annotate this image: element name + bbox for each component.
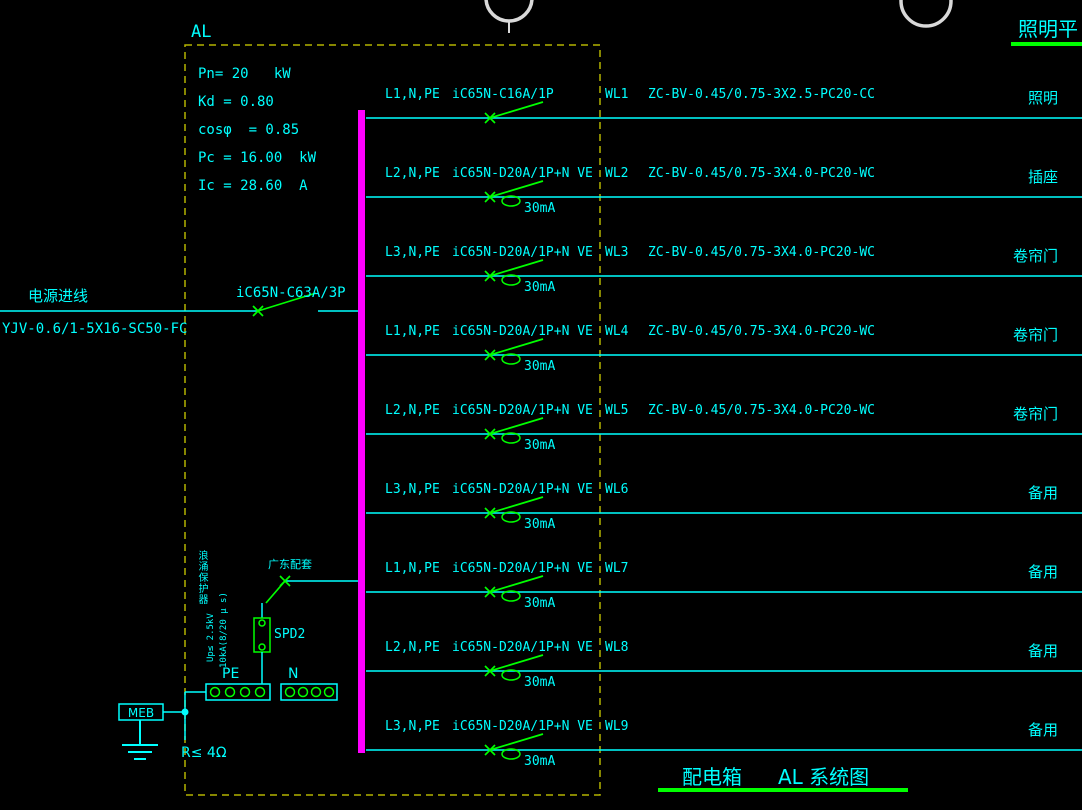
circuit-id: WL2 bbox=[605, 166, 629, 181]
incoming-feed-label: 电源进线 bbox=[28, 287, 89, 305]
circuit-id: WL5 bbox=[605, 403, 629, 418]
spd-note-label: 广东配套 bbox=[268, 558, 312, 571]
circuit-usage: 备用 bbox=[1027, 721, 1058, 739]
circuit-usage: 卷帘门 bbox=[1012, 247, 1058, 265]
circuit-id: WL3 bbox=[605, 245, 629, 260]
circuit-breaker-spec: iC65N-C16A/1P bbox=[452, 87, 554, 102]
panel-param: Ic = 28.60 A bbox=[198, 178, 308, 194]
footer-diagram-title: AL 系统图 bbox=[778, 765, 870, 789]
panel-param: Kd = 0.80 bbox=[198, 94, 274, 110]
circuit-breaker-spec: iC65N-D20A/1P+N VE bbox=[452, 719, 593, 734]
pe-bar-label: PE bbox=[222, 666, 240, 682]
circuit-breaker-spec: iC65N-D20A/1P+N VE bbox=[452, 640, 593, 655]
rcd-rating: 30mA bbox=[524, 517, 556, 532]
circuit-usage: 照明 bbox=[1027, 89, 1058, 107]
circuit-cable-spec: ZC-BV-0.45/0.75-3X4.0-PC20-WC bbox=[648, 245, 875, 260]
circuit-breaker-spec: iC65N-D20A/1P+N VE bbox=[452, 324, 593, 339]
circuit-phase: L2,N,PE bbox=[385, 166, 440, 181]
rcd-rating: 30mA bbox=[524, 280, 556, 295]
main-breaker-spec: iC65N-C63A/3P bbox=[236, 285, 346, 301]
earth-resistance-label: R≤ 4Ω bbox=[181, 745, 227, 761]
circuit-phase: L3,N,PE bbox=[385, 245, 440, 260]
circuit-breaker-spec: iC65N-D20A/1P+N VE bbox=[452, 482, 593, 497]
n-bar-label: N bbox=[288, 666, 299, 682]
circuit-breaker-spec: iC65N-D20A/1P+N VE bbox=[452, 403, 593, 418]
panel-param: cosφ = 0.85 bbox=[198, 122, 300, 138]
circuit-row-WL1: L1,N,PE iC65N-C16A/1P WL1 ZC-BV-0.45/0.75-3… bbox=[0, 87, 1082, 157]
circuit-phase: L2,N,PE bbox=[385, 403, 440, 418]
circuit-usage: 备用 bbox=[1027, 484, 1058, 502]
rcd-rating: 30mA bbox=[524, 438, 556, 453]
panel-name-label: AL bbox=[191, 22, 212, 42]
circuit-row-WL5: L2,N,PE iC65N-D20A/1P+N VE WL5 ZC-BV-0.45/0… bbox=[0, 403, 1082, 473]
circuit-usage: 备用 bbox=[1027, 563, 1058, 581]
rcd-rating: 30mA bbox=[524, 675, 556, 690]
circuit-usage: 备用 bbox=[1027, 642, 1058, 660]
circuit-row-WL3: L3,N,PE iC65N-D20A/1P+N VE WL3 ZC-BV-0.45/0… bbox=[0, 245, 1082, 315]
circuit-id: WL8 bbox=[605, 640, 629, 655]
spd-device-label: SPD2 bbox=[274, 627, 306, 642]
circuit-cable-spec: ZC-BV-0.45/0.75-3X4.0-PC20-WC bbox=[648, 166, 875, 181]
spd-spec-voltage: Up≤ 2.5kV bbox=[206, 613, 216, 662]
circuit-breaker-spec: iC65N-D20A/1P+N VE bbox=[452, 166, 593, 181]
rcd-rating: 30mA bbox=[524, 596, 556, 611]
circuit-id: WL9 bbox=[605, 719, 629, 734]
circuit-id: WL7 bbox=[605, 561, 629, 576]
circuit-phase: L2,N,PE bbox=[385, 640, 440, 655]
panel-params: Pn= 20 kW Kd = 0.80 cosφ = 0.85 Pc = 16.00 … bbox=[198, 60, 316, 200]
circuit-row-WL7: L1,N,PE iC65N-D20A/1P+N VE WL7 备用 30mA bbox=[0, 561, 1082, 631]
grid-bubble-2 bbox=[899, 0, 953, 28]
circuit-row-WL8: L2,N,PE iC65N-D20A/1P+N VE WL8 备用 30mA bbox=[0, 640, 1082, 710]
circuit-usage: 插座 bbox=[1027, 168, 1058, 186]
circuit-id: WL6 bbox=[605, 482, 629, 497]
spd-spec-current: 10kA(8/20 μ s) bbox=[219, 592, 229, 668]
grid-bubble-1 bbox=[484, 0, 534, 33]
circuit-cable-spec: ZC-BV-0.45/0.75-3X4.0-PC20-WC bbox=[648, 403, 875, 418]
rcd-rating: 30mA bbox=[524, 359, 556, 374]
circuit-usage: 卷帘门 bbox=[1012, 405, 1058, 423]
title-underline bbox=[1011, 42, 1082, 46]
circuit-phase: L1,N,PE bbox=[385, 87, 440, 102]
circuit-cable-spec: ZC-BV-0.45/0.75-3X2.5-PC20-CC bbox=[648, 87, 875, 102]
circuit-breaker-spec: iC65N-D20A/1P+N VE bbox=[452, 245, 593, 260]
panel-param: Pc = 16.00 kW bbox=[198, 150, 317, 166]
circuit-phase: L1,N,PE bbox=[385, 561, 440, 576]
circuit-cable-spec: ZC-BV-0.45/0.75-3X4.0-PC20-WC bbox=[648, 324, 875, 339]
circuit-row-WL2: L2,N,PE iC65N-D20A/1P+N VE WL2 ZC-BV-0.45/0… bbox=[0, 166, 1082, 236]
circuit-phase: L1,N,PE bbox=[385, 324, 440, 339]
circuit-id: WL1 bbox=[605, 87, 629, 102]
circuit-usage: 卷帘门 bbox=[1012, 326, 1058, 344]
circuit-phase: L3,N,PE bbox=[385, 719, 440, 734]
circuit-id: WL4 bbox=[605, 324, 629, 339]
rcd-rating: 30mA bbox=[524, 754, 556, 769]
circuit-row-WL6: L3,N,PE iC65N-D20A/1P+N VE WL6 备用 30mA bbox=[0, 482, 1082, 552]
drawing-canvas: L1,N,PE iC65N-C16A/1P WL1 ZC-BV-0.45/0.75-3… bbox=[0, 0, 1082, 810]
circuit-breaker-spec: iC65N-D20A/1P+N VE bbox=[452, 561, 593, 576]
meb-label: MEB bbox=[127, 706, 155, 720]
circuit-row-WL9: L3,N,PE iC65N-D20A/1P+N VE WL9 备用 30mA bbox=[0, 719, 1082, 789]
circuit-phase: L3,N,PE bbox=[385, 482, 440, 497]
sheet-title-partial: 照明平 bbox=[1018, 17, 1078, 41]
spd-vertical-label: 浪涌保护器 bbox=[196, 550, 207, 605]
rcd-rating: 30mA bbox=[524, 201, 556, 216]
incoming-cable-spec: YJV-0.6/1-5X16-SC50-FC bbox=[2, 321, 188, 337]
footer-panel-label: 配电箱 bbox=[682, 765, 742, 789]
panel-param: Pn= 20 kW bbox=[198, 66, 291, 82]
